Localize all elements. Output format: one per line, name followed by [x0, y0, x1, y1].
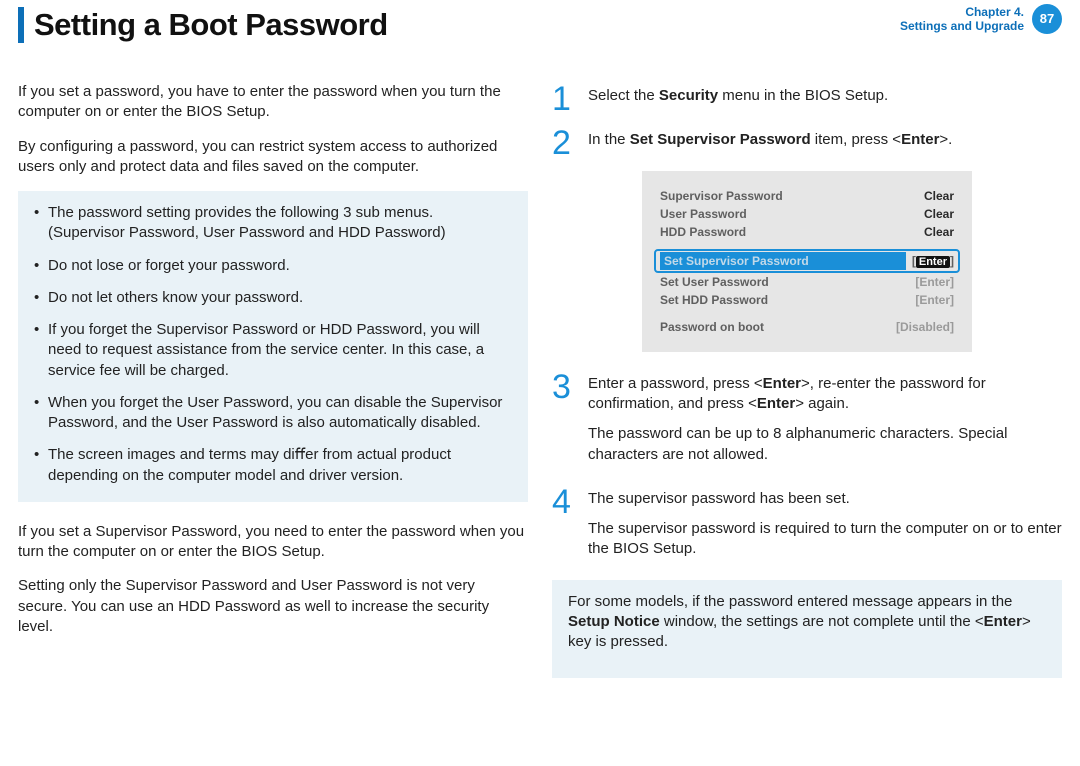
- bios-row: Set User Password [Enter]: [660, 273, 954, 291]
- intro-p1: If you set a password, you have to enter…: [18, 82, 528, 123]
- step-2: 2 In the Set Supervisor Password item, p…: [552, 126, 1062, 160]
- intro-p4: Setting only the Supervisor Password and…: [18, 576, 528, 637]
- step-number: 1: [552, 82, 574, 116]
- step-number: 4: [552, 485, 574, 519]
- step-number: 3: [552, 370, 574, 404]
- left-column: If you set a password, you have to enter…: [18, 82, 528, 678]
- step3-p1: Enter a password, press <Enter>, re-ente…: [588, 374, 1062, 415]
- step-number: 2: [552, 126, 574, 160]
- bios-row: User Password Clear: [660, 205, 954, 223]
- note-item: The password setting provides the follow…: [34, 203, 512, 244]
- step-3: 3 Enter a password, press <Enter>, re-en…: [552, 370, 1062, 475]
- bios-screenshot: Supervisor Password Clear User Password …: [642, 171, 972, 352]
- note-item: The screen images and terms may diﬀer fr…: [34, 445, 512, 486]
- step-4: 4 The supervisor password has been set. …: [552, 485, 1062, 570]
- step3-p2: The password can be up to 8 alphanumeric…: [588, 424, 1062, 465]
- note-item: Do not lose or forget your password.: [34, 256, 512, 276]
- note2-text: For some models, if the password entered…: [568, 592, 1046, 653]
- note-box: The password setting provides the follow…: [18, 191, 528, 502]
- right-column: 1 Select the Security menu in the BIOS S…: [552, 82, 1062, 678]
- step-1: 1 Select the Security menu in the BIOS S…: [552, 82, 1062, 116]
- step4-p1: The supervisor password has been set.: [588, 489, 1062, 509]
- intro-p2: By conﬁguring a password, you can restri…: [18, 137, 528, 178]
- bios-row: Set HDD Password [Enter]: [660, 291, 954, 309]
- note-item: When you forget the User Password, you c…: [34, 393, 512, 434]
- step2-text: In the Set Supervisor Password item, pre…: [588, 130, 1062, 150]
- intro-p3: If you set a Supervisor Password, you ne…: [18, 522, 528, 563]
- bios-highlight-row: Set Supervisor Password [Enter]: [654, 249, 960, 273]
- bios-row: Password on boot [Disabled]: [660, 318, 954, 336]
- note-item: If you forget the Supervisor Password or…: [34, 320, 512, 381]
- bios-row: HDD Password Clear: [660, 223, 954, 241]
- note-box-bottom: For some models, if the password entered…: [552, 580, 1062, 679]
- step1-text: Select the Security menu in the BIOS Set…: [588, 86, 1062, 106]
- note-item: Do not let others know your password.: [34, 288, 512, 308]
- step4-p2: The supervisor password is required to t…: [588, 519, 1062, 560]
- bios-row: Supervisor Password Clear: [660, 187, 954, 205]
